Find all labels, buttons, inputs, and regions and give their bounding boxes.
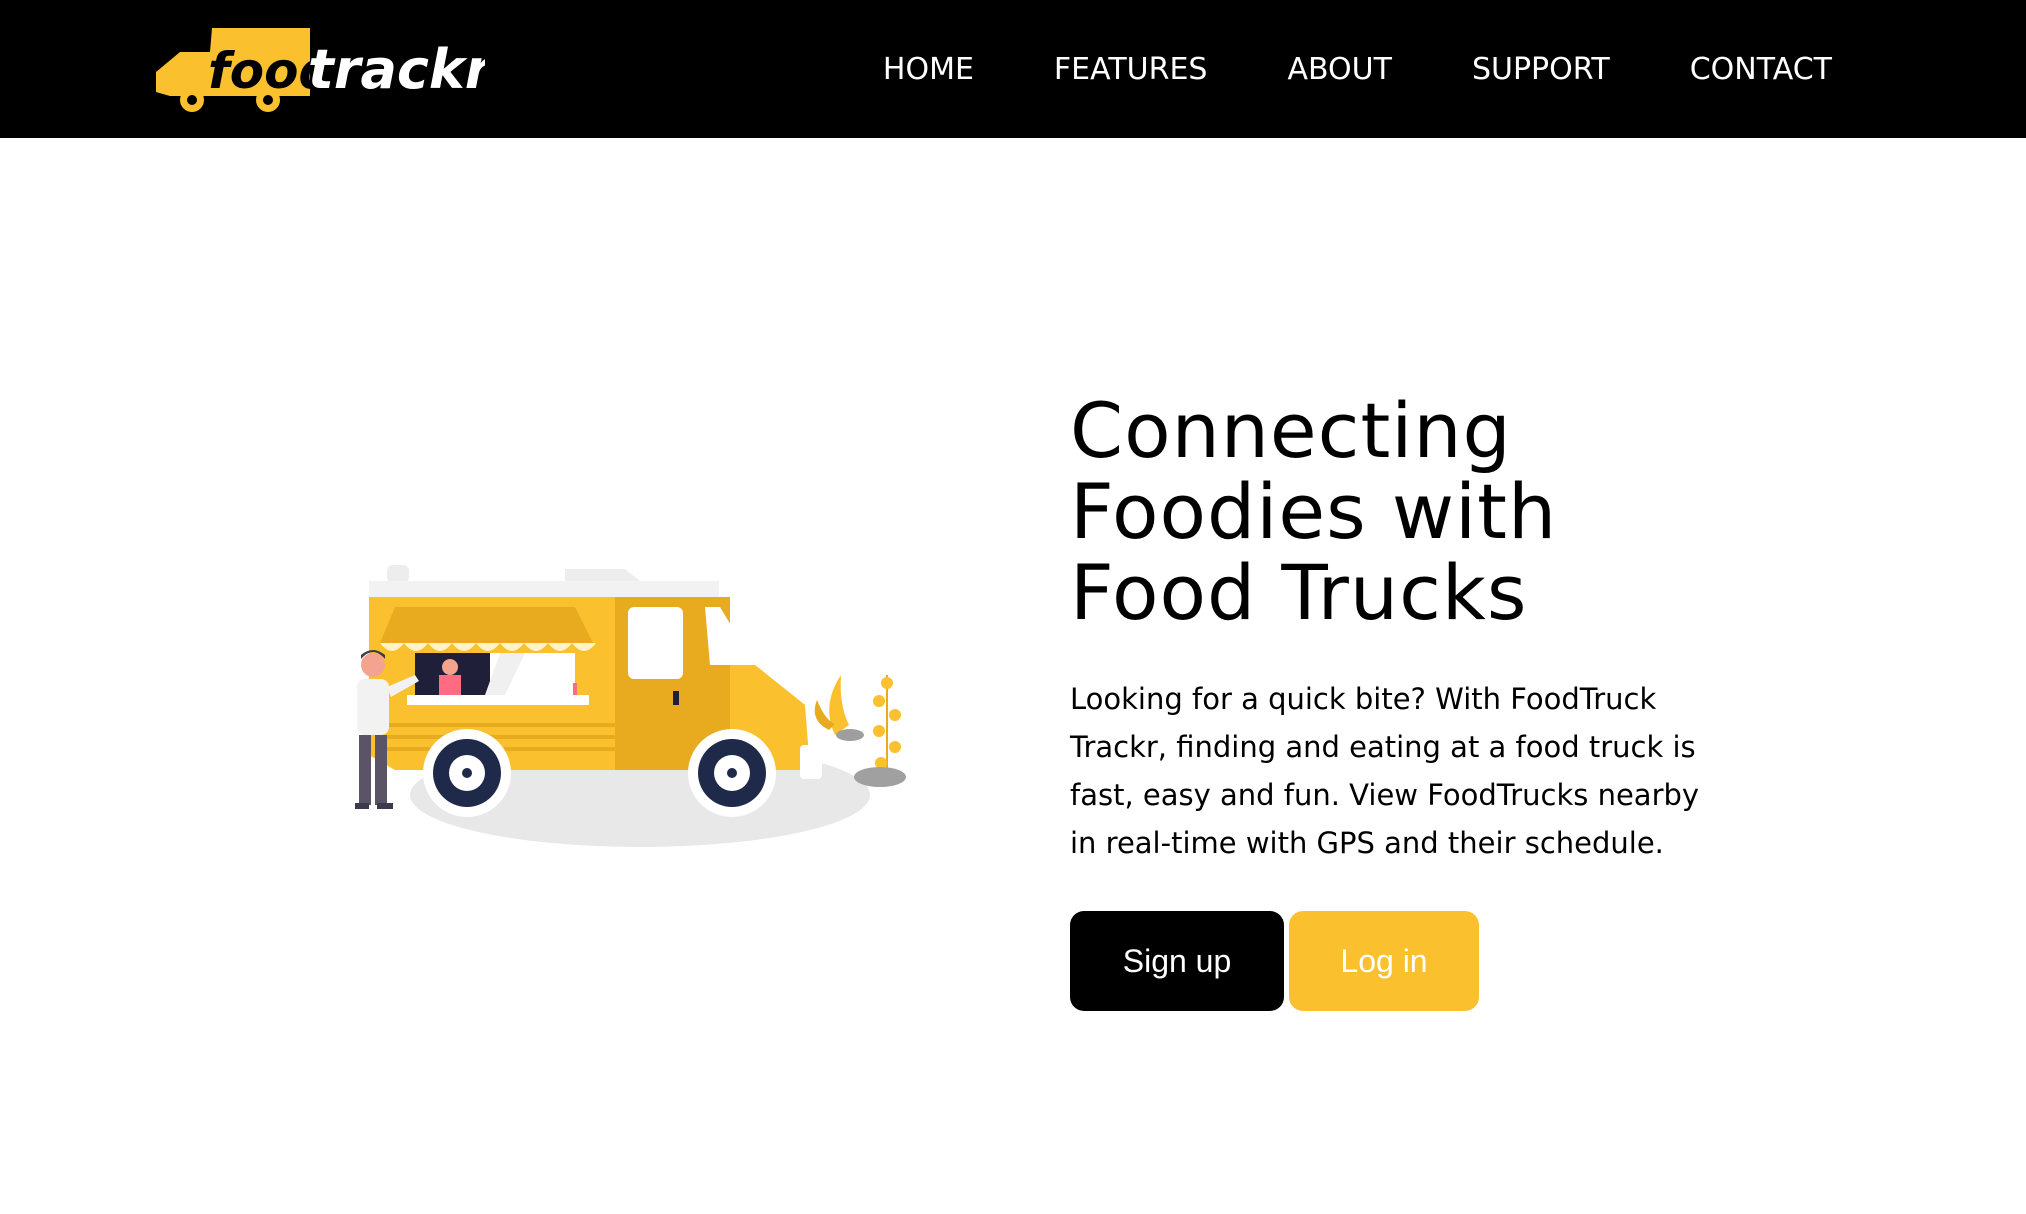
cta-buttons: Sign up Log in	[1070, 911, 1770, 1011]
nav-home-link[interactable]: HOME	[883, 52, 974, 87]
hero-description: Looking for a quick bite? With FoodTruck…	[1070, 682, 1700, 860]
logo-trackr-text: trackr	[308, 38, 485, 101]
foodtrackr-logo[interactable]: food trackr	[150, 22, 485, 116]
nav-features-link[interactable]: FEATURES	[1054, 52, 1208, 87]
food-truck-illustration	[335, 555, 915, 855]
hero-title-line3: Food Trucks	[1070, 548, 1528, 637]
nav-support-link[interactable]: SUPPORT	[1472, 52, 1610, 87]
hero-title-line1: Connecting	[1070, 386, 1512, 475]
signup-button[interactable]: Sign up	[1070, 911, 1284, 1011]
nav-contact-link[interactable]: CONTACT	[1690, 52, 1832, 87]
top-navbar: food trackr HOME FEATURES ABOUT SUPPORT …	[0, 0, 2026, 138]
login-button[interactable]: Log in	[1289, 911, 1479, 1011]
main-nav: HOME FEATURES ABOUT SUPPORT CONTACT	[883, 0, 1832, 138]
hero-section: Connecting Foodies with Food Trucks Look…	[1070, 390, 1770, 1011]
nav-about-link[interactable]: ABOUT	[1287, 52, 1391, 87]
hero-title: Connecting Foodies with Food Trucks	[1070, 390, 1770, 633]
hero-title-line2: Foodies with	[1070, 467, 1558, 556]
logo-truck-icon: food trackr	[156, 28, 485, 112]
